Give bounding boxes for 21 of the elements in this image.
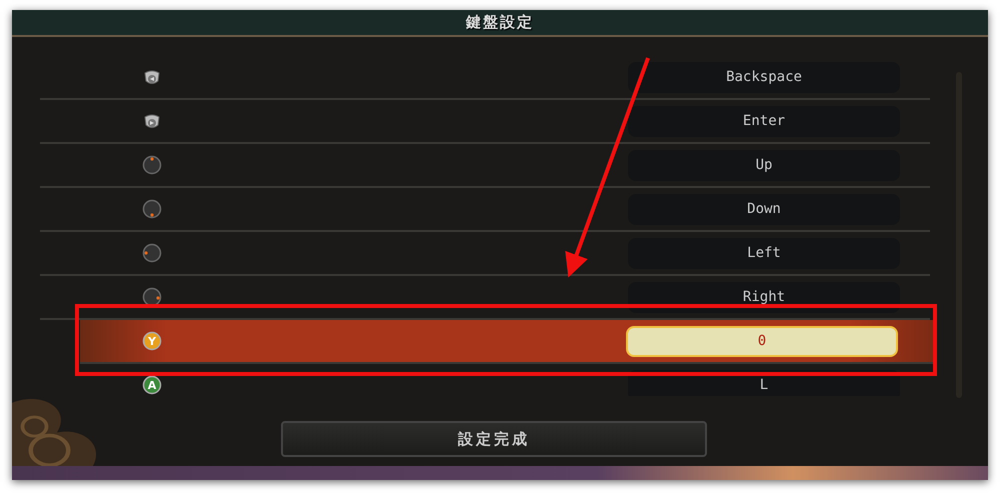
done-button[interactable]: 設定完成 [281,421,707,457]
key-field[interactable]: Left [628,238,900,268]
key-field[interactable]: Backspace [628,62,900,92]
binding-row[interactable]: A L [40,364,930,396]
direction-pad-icon [142,287,162,307]
binding-row[interactable]: Up [40,144,930,188]
key-field[interactable]: Up [628,150,900,180]
button-badge-icon: Y [142,331,162,351]
binding-row[interactable]: Down [40,188,930,232]
direction-pad-icon [142,155,162,175]
key-field[interactable]: 0 [626,326,898,356]
window-title: 鍵盤設定 [12,10,988,37]
direction-pad-icon [142,243,162,263]
binding-row[interactable]: Left [40,232,930,276]
key-field[interactable]: Enter [628,106,900,136]
binding-row[interactable]: Backspace [40,56,930,100]
direction-pad-icon [142,199,162,219]
binding-row[interactable]: Enter [40,100,930,144]
button-badge-icon: A [142,375,162,395]
binding-row[interactable]: Y 0 [80,320,936,364]
key-field[interactable]: Down [628,194,900,224]
